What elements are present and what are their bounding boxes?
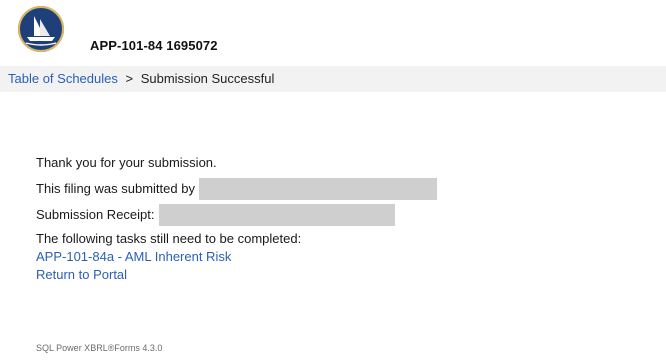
receipt-label: Submission Receipt: bbox=[36, 207, 155, 222]
breadcrumb-current: Submission Successful bbox=[140, 71, 275, 86]
task-link-aml-inherent-risk[interactable]: APP-101-84a - AML Inherent Risk bbox=[36, 248, 636, 266]
breadcrumb: Table of Schedules > Submission Successf… bbox=[0, 66, 666, 92]
version-footer: SQL Power XBRL®Forms 4.3.0 bbox=[36, 343, 163, 353]
redacted-receipt bbox=[158, 204, 395, 226]
remaining-tasks: The following tasks still need to be com… bbox=[36, 230, 636, 284]
redacted-submitter bbox=[198, 178, 437, 200]
breadcrumb-separator: > bbox=[125, 71, 134, 86]
receipt-row: Submission Receipt: bbox=[36, 204, 636, 226]
tasks-label: The following tasks still need to be com… bbox=[36, 231, 302, 246]
submitted-by-row: This filing was submitted by bbox=[36, 178, 636, 200]
page-title: APP-101-84 1695072 bbox=[90, 38, 218, 53]
submission-summary: Thank you for your submission. This fili… bbox=[36, 152, 636, 284]
page: APP-101-84 1695072 Table of Schedules > … bbox=[0, 0, 666, 360]
header: APP-101-84 1695072 bbox=[0, 0, 666, 64]
sailing-ship-seal-icon bbox=[18, 6, 64, 52]
thank-you-message: Thank you for your submission. bbox=[36, 155, 217, 170]
submitted-by-label: This filing was submitted by bbox=[36, 181, 195, 196]
return-to-portal-link[interactable]: Return to Portal bbox=[36, 266, 636, 284]
breadcrumb-link-table-of-schedules[interactable]: Table of Schedules bbox=[8, 71, 118, 86]
